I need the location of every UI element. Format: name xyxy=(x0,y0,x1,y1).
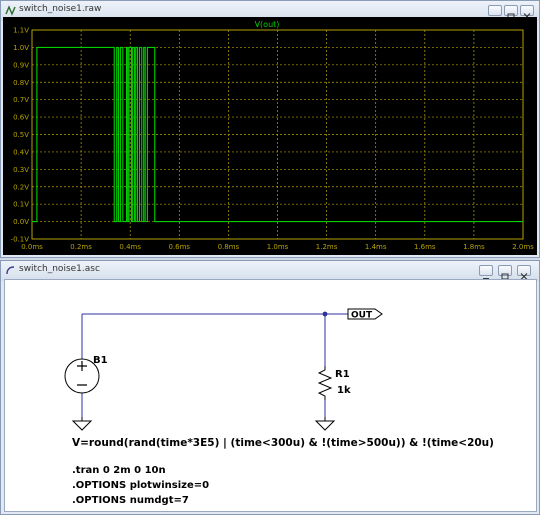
y-tick-label: 0.1V xyxy=(13,201,29,209)
y-tick-label: -0.1V xyxy=(11,236,30,244)
y-tick-label: 1.0V xyxy=(13,44,29,52)
wire[interactable] xyxy=(81,313,348,417)
spice-directive[interactable]: .OPTIONS plotwinsize=0 xyxy=(72,480,209,491)
x-tick-label: 1.6ms xyxy=(414,243,436,251)
waveform-chart[interactable]: 0.0ms 0.2ms 0.4ms 0.6ms 0.8ms 1.0ms 1.2ms 1.4ms… xyxy=(3,17,537,255)
schematic-window-title: switch_noise1.asc xyxy=(19,264,100,274)
resistor-name-label: R1 xyxy=(335,369,350,380)
y-tick-label: 1.1V xyxy=(13,27,29,35)
waveform-app-icon xyxy=(5,5,16,16)
y-tick-label: 0.5V xyxy=(13,131,29,139)
net-label-out[interactable]: OUT xyxy=(347,308,383,321)
plot-pane[interactable]: 0.0ms 0.2ms 0.4ms 0.6ms 0.8ms 1.0ms 1.2ms 1.4ms… xyxy=(3,17,537,255)
close-button[interactable] xyxy=(517,265,531,280)
y-tick-label: 0.7V xyxy=(13,96,29,104)
ground-symbol xyxy=(71,417,93,431)
schematic-canvas[interactable]: OUT B1 R1 1k V=round(rand(time*3E5) | (t… xyxy=(4,279,537,512)
ground-symbol xyxy=(314,417,336,431)
source-name-label: B1 xyxy=(93,355,108,366)
y-tick-label: 0.0V xyxy=(13,218,29,226)
trace-label[interactable]: V(out) xyxy=(255,20,280,29)
schematic-drawing[interactable]: OUT B1 R1 1k V=round(rand(time*3E5) | (t… xyxy=(5,280,536,511)
y-tick-label: 0.3V xyxy=(13,166,29,174)
x-tick-label: 0.0ms xyxy=(21,243,43,251)
x-tick-label: 2.0ms xyxy=(512,243,534,251)
net-label-text: OUT xyxy=(351,311,373,321)
schematic-app-icon xyxy=(6,266,15,275)
restore-button[interactable] xyxy=(498,265,512,280)
resistor-r1[interactable]: R1 1k xyxy=(317,366,351,400)
waveform-window-title: switch_noise1.raw xyxy=(19,4,102,14)
restore-button[interactable] xyxy=(504,5,518,20)
y-tick-label: 0.6V xyxy=(13,114,29,122)
spice-directive[interactable]: .tran 0 2m 0 10n xyxy=(72,465,166,476)
x-tick-label: 0.8ms xyxy=(218,243,240,251)
y-tick-label: 0.2V xyxy=(13,183,29,191)
schematic-window: switch_noise1.asc OUT B1 R1 1k V=round(r… xyxy=(0,260,540,515)
x-tick-label: 0.2ms xyxy=(70,243,92,251)
x-tick-label: 0.6ms xyxy=(168,243,190,251)
x-tick-label: 0.4ms xyxy=(119,243,141,251)
y-tick-label: 0.4V xyxy=(13,148,29,156)
voltage-source-b1[interactable]: B1 xyxy=(64,355,108,394)
minimize-button[interactable] xyxy=(479,265,493,280)
x-tick-label: 1.0ms xyxy=(267,243,289,251)
schematic-titlebar[interactable]: switch_noise1.asc xyxy=(1,261,539,281)
minimize-button[interactable] xyxy=(488,5,502,20)
x-tick-label: 1.2ms xyxy=(316,243,338,251)
resistor-value-label: 1k xyxy=(337,385,351,396)
x-tick-label: 1.4ms xyxy=(365,243,387,251)
y-tick-label: 0.8V xyxy=(13,79,29,87)
junction-dot xyxy=(322,311,328,317)
waveform-window: switch_noise1.raw 0.0ms 0.2ms 0.4ms 0.6ms 0.… xyxy=(0,0,540,258)
y-tick-label: 0.9V xyxy=(13,61,29,69)
x-tick-label: 1.8ms xyxy=(463,243,485,251)
behavior-expression[interactable]: V=round(rand(time*3E5) | (time<300u) & !… xyxy=(72,437,494,449)
close-button[interactable] xyxy=(520,5,534,20)
spice-directive[interactable]: .OPTIONS numdgt=7 xyxy=(72,495,189,506)
